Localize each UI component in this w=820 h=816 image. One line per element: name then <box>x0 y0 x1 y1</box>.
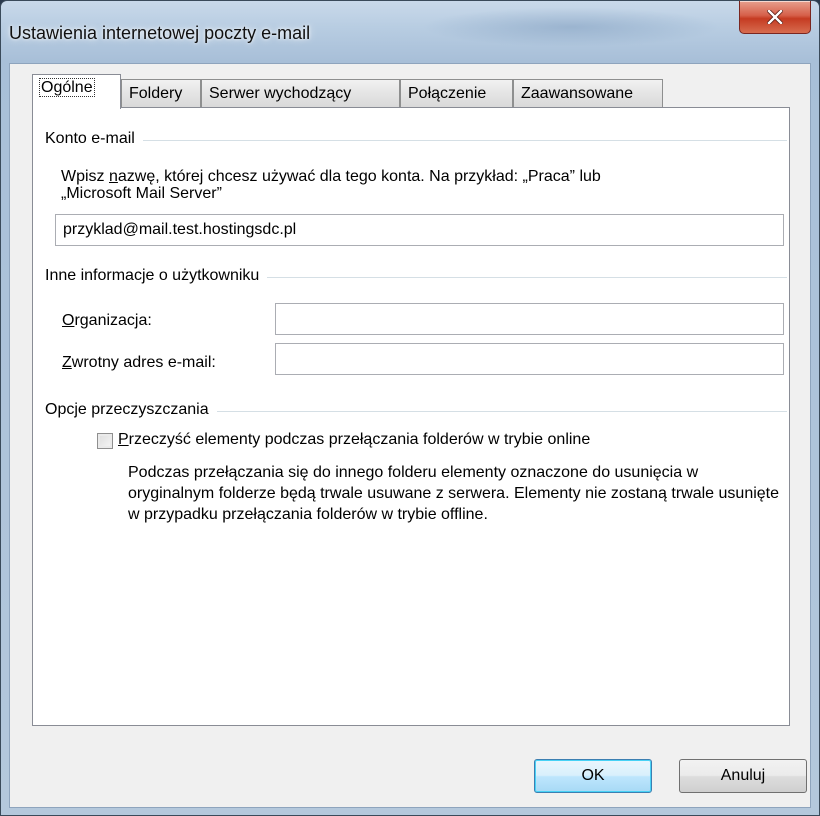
description-text: „Microsoft Mail Server” <box>61 185 222 202</box>
tab-label: Ogólne <box>39 78 95 97</box>
dialog-window: Ustawienia internetowej poczty e-mail Og… <box>0 0 820 816</box>
purge-accelerator: P <box>118 431 129 448</box>
reply-address-input[interactable] <box>275 343 784 375</box>
purge-description: Podczas przełączania się do innego folde… <box>128 464 780 523</box>
purge-group-header: Opcje przeczyszczania <box>45 401 787 419</box>
group-divider <box>142 139 787 141</box>
cancel-button[interactable]: Anuluj <box>679 759 807 793</box>
organization-label: Organizacja: <box>62 312 152 330</box>
tab-zaawansowane[interactable]: Zaawansowane <box>513 79 663 108</box>
group-divider <box>216 410 787 412</box>
account-name-input[interactable] <box>55 214 784 246</box>
account-group-header: Konto e-mail <box>45 130 787 148</box>
dialog-client-area: Ogólne Foldery Serwer wychodzący Połącze… <box>9 63 811 808</box>
purge-label-text: rzeczyść elementy podczas przełączania f… <box>128 431 591 448</box>
organization-label-text: rganizacja: <box>74 312 152 329</box>
tab-ogolne[interactable]: Ogólne <box>32 74 121 109</box>
reply-label-text: wrotny adres e-mail: <box>71 354 216 371</box>
purge-group-title: Opcje przeczyszczania <box>45 401 209 418</box>
user-info-group-title: Inne informacje o użytkowniku <box>45 267 260 284</box>
group-divider <box>267 276 787 278</box>
tab-panel-general: Konto e-mail Wpisz nazwę, której chcesz … <box>32 107 790 726</box>
tab-label: Foldery <box>129 85 183 102</box>
account-name-description: Wpisz nazwę, której chcesz używać dla te… <box>61 168 781 202</box>
tab-label: Zaawansowane <box>521 85 634 102</box>
organization-accelerator: O <box>62 312 75 329</box>
reply-accelerator: Z <box>62 354 72 371</box>
organization-input[interactable] <box>275 303 784 335</box>
description-text: Wpisz <box>61 168 109 185</box>
tab-serwer-wychodzacy[interactable]: Serwer wychodzący <box>201 79 400 108</box>
close-x-icon <box>767 10 783 24</box>
user-info-group-header: Inne informacje o użytkowniku <box>45 267 787 285</box>
tab-label: Połączenie <box>408 85 487 102</box>
reply-address-label: Zwrotny adres e-mail: <box>62 354 216 372</box>
ok-button[interactable]: OK <box>534 759 652 793</box>
tab-label: Serwer wychodzący <box>209 85 352 102</box>
description-text: azwę, której chcesz używać dla tego kont… <box>117 168 601 185</box>
window-title: Ustawienia internetowej poczty e-mail <box>9 23 311 43</box>
tab-foldery[interactable]: Foldery <box>121 79 201 108</box>
account-group-title: Konto e-mail <box>45 130 135 147</box>
description-accelerator: n <box>109 168 118 185</box>
purge-checkbox[interactable] <box>97 433 113 449</box>
close-button[interactable] <box>739 1 811 34</box>
tab-polaczenie[interactable]: Połączenie <box>400 79 513 108</box>
purge-checkbox-label[interactable]: Przeczyść elementy podczas przełączania … <box>118 431 590 449</box>
title-bar[interactable]: Ustawienia internetowej poczty e-mail <box>1 1 819 63</box>
